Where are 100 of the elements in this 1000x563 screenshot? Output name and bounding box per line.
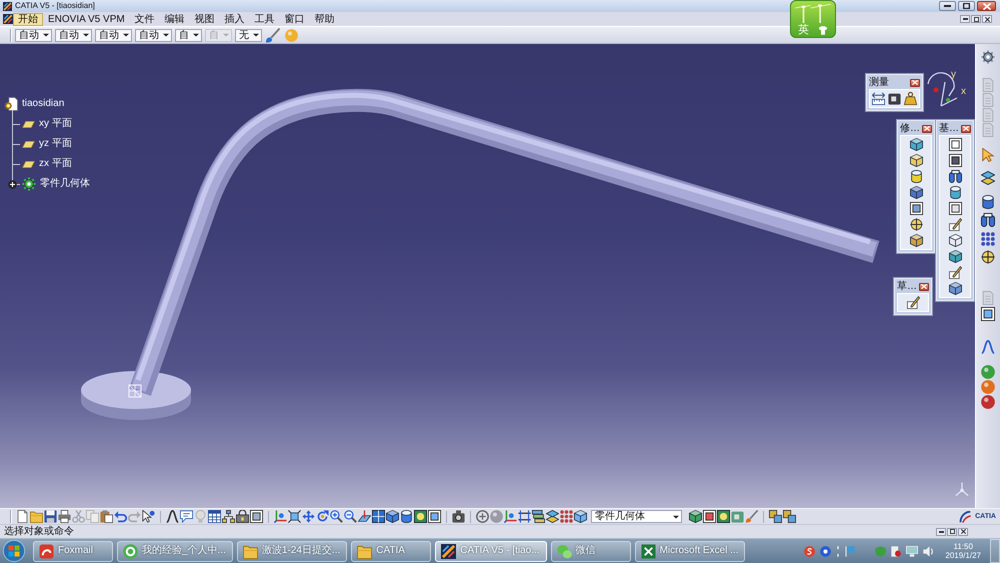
dots-icon[interactable] xyxy=(836,546,840,556)
gear-icon[interactable] xyxy=(981,50,995,64)
cube-icon[interactable] xyxy=(689,510,702,523)
undo-icon[interactable] xyxy=(114,510,127,523)
cube-icon[interactable] xyxy=(910,186,922,199)
target-icon[interactable] xyxy=(910,218,922,231)
cylinder-icon[interactable] xyxy=(981,195,995,209)
dropdown[interactable]: 自 xyxy=(175,28,202,42)
cube-icon[interactable] xyxy=(910,234,922,247)
folder-icon[interactable] xyxy=(30,510,43,523)
frame-icon[interactable] xyxy=(428,510,441,523)
camera-icon[interactable] xyxy=(452,510,465,523)
axes-icon[interactable] xyxy=(504,510,517,523)
dropdown[interactable]: 无 xyxy=(235,28,262,42)
frame-icon[interactable] xyxy=(910,202,922,215)
monitor-icon[interactable] xyxy=(906,546,918,556)
pencil-icon[interactable] xyxy=(906,296,920,309)
menu-item[interactable]: 工具 xyxy=(250,12,280,26)
menu-item[interactable]: 视图 xyxy=(190,12,220,26)
layers-icon[interactable] xyxy=(546,510,559,523)
circle-tile-icon[interactable] xyxy=(717,510,730,523)
swirl-badge-icon[interactable] xyxy=(804,546,816,556)
clipboard-icon[interactable] xyxy=(100,510,113,523)
target-icon[interactable] xyxy=(981,250,995,264)
cube-icon[interactable] xyxy=(948,250,962,263)
zoom-out-icon[interactable] xyxy=(344,510,357,523)
restore-button[interactable] xyxy=(947,528,957,536)
close-button[interactable] xyxy=(922,124,932,132)
cursor-icon[interactable] xyxy=(981,148,995,162)
stack-icon[interactable] xyxy=(532,510,545,523)
dot-badge-icon[interactable] xyxy=(820,546,832,556)
curve-icon[interactable] xyxy=(981,340,995,354)
flag-icon[interactable] xyxy=(845,546,856,556)
floating-toolbar[interactable]: 测量 xyxy=(866,74,923,111)
frame-icon[interactable] xyxy=(948,138,962,151)
close-button[interactable] xyxy=(919,282,929,290)
fit-all-icon[interactable] xyxy=(288,510,301,523)
restore-button[interactable] xyxy=(971,15,981,23)
ruler-icon[interactable] xyxy=(872,92,885,105)
minimize-button[interactable] xyxy=(936,528,946,536)
minimize-button[interactable] xyxy=(960,15,970,23)
dropdown[interactable]: 自动 xyxy=(55,28,92,42)
minimize-button[interactable] xyxy=(939,1,956,11)
pencil-icon[interactable] xyxy=(948,266,962,279)
speaker-icon[interactable] xyxy=(923,546,934,556)
floating-toolbar[interactable]: 基… xyxy=(936,120,974,301)
tubes-icon[interactable] xyxy=(948,170,962,183)
start-button[interactable] xyxy=(3,540,25,562)
sphere-icon[interactable] xyxy=(981,395,995,409)
cube-icon[interactable] xyxy=(948,282,962,295)
cube-icon[interactable] xyxy=(386,510,399,523)
curve-icon[interactable] xyxy=(166,510,179,523)
tree-item[interactable]: 零件几何体 xyxy=(40,178,90,190)
tree-item[interactable]: xy 平面 xyxy=(39,118,72,130)
circle-plus-icon[interactable] xyxy=(476,510,489,523)
cube-icon[interactable] xyxy=(948,234,962,247)
tiles-icon[interactable] xyxy=(783,510,796,523)
zoom-in-icon[interactable] xyxy=(330,510,343,523)
quad-view-icon[interactable] xyxy=(372,510,385,523)
menu-item[interactable]: 插入 xyxy=(220,12,250,26)
close-button[interactable] xyxy=(958,528,968,536)
box-icon[interactable] xyxy=(888,92,901,105)
menu-item[interactable]: 窗口 xyxy=(280,12,310,26)
dropdown[interactable]: 自动 xyxy=(15,28,52,42)
tree-item[interactable]: yz 平面 xyxy=(39,138,72,150)
cylinder-icon[interactable] xyxy=(400,510,413,523)
tubes-icon[interactable] xyxy=(981,213,995,227)
compass-drawing[interactable] xyxy=(927,72,958,107)
menu-item[interactable]: 帮助 xyxy=(310,12,340,26)
sphere-icon[interactable] xyxy=(981,365,995,379)
pointer-icon[interactable] xyxy=(142,510,155,523)
sphere-icon[interactable] xyxy=(981,380,995,394)
frame-icon[interactable] xyxy=(948,154,962,167)
dropdown[interactable]: 零件几何体 xyxy=(591,510,682,523)
blank-page-icon[interactable] xyxy=(16,510,29,523)
close-button[interactable] xyxy=(961,124,971,132)
printer-icon[interactable] xyxy=(58,510,71,523)
axes-icon[interactable] xyxy=(274,510,287,523)
brush-icon[interactable] xyxy=(745,510,758,523)
circle-tile-icon[interactable] xyxy=(414,510,427,523)
hierarchy-icon[interactable] xyxy=(222,510,235,523)
tree-item[interactable]: tiaosidian xyxy=(22,98,64,110)
dot-grid-icon[interactable] xyxy=(981,232,995,246)
cube-icon[interactable] xyxy=(910,138,922,151)
four-way-arrow-icon[interactable] xyxy=(302,510,315,523)
speech-bubble-icon[interactable] xyxy=(180,510,193,523)
shirt-icon[interactable] xyxy=(818,26,828,34)
clock-date[interactable]: 2019/1/27 xyxy=(945,551,981,560)
cylinder-icon[interactable] xyxy=(948,186,962,199)
frame-icon[interactable] xyxy=(981,307,995,321)
cylinder-icon[interactable] xyxy=(910,170,922,183)
tree-item[interactable]: zx 平面 xyxy=(39,158,72,170)
cube-icon[interactable] xyxy=(574,510,587,523)
close-button[interactable] xyxy=(977,1,996,11)
restore-button[interactable] xyxy=(958,1,975,11)
lock-icon[interactable] xyxy=(236,510,249,523)
menu-item[interactable]: 编辑 xyxy=(160,12,190,26)
plane-view-icon[interactable] xyxy=(358,510,371,523)
pencil-icon[interactable] xyxy=(948,218,962,231)
tiles-icon[interactable] xyxy=(769,510,782,523)
